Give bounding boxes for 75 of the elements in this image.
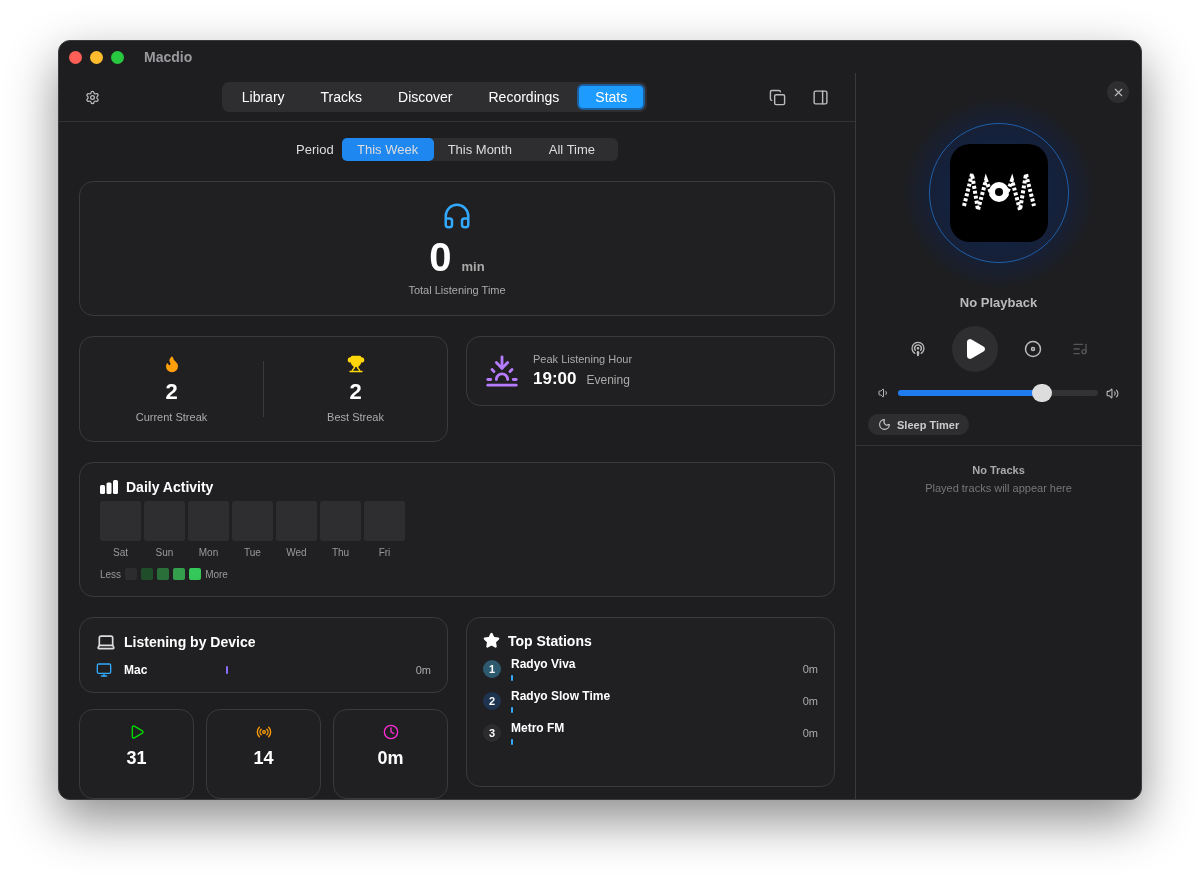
- day-label: Sat: [113, 547, 128, 558]
- desktop-icon: [96, 662, 112, 678]
- streak-label: Best Streak: [327, 411, 384, 423]
- day-label: Tue: [244, 547, 261, 558]
- station-value: 0m: [802, 695, 818, 707]
- star-icon: [483, 632, 500, 649]
- counter-value: 14: [253, 748, 274, 769]
- peak-period: Evening: [586, 373, 630, 387]
- close-window-button[interactable]: [69, 50, 82, 64]
- streak-value: 2: [349, 379, 362, 405]
- headphones-icon: [442, 201, 472, 231]
- tab[interactable]: Recordings: [470, 84, 578, 110]
- daily-activity-title: Daily Activity: [126, 479, 214, 495]
- legend-swatch: [189, 568, 202, 580]
- station-name: Metro FM: [511, 721, 566, 735]
- rank-number: 3: [483, 724, 501, 742]
- station-bar-tick: [511, 739, 513, 745]
- laptop-icon: [96, 632, 116, 652]
- empty-title: No Tracks: [972, 464, 1025, 476]
- trophy-icon: [346, 355, 365, 373]
- counter-value: 0m: [377, 748, 404, 769]
- window-title: Macdio: [144, 49, 193, 65]
- rank-number: 2: [483, 692, 501, 710]
- device-bar-tick: [226, 666, 228, 674]
- device-value: 0m: [415, 664, 431, 676]
- legend-less: Less: [100, 568, 122, 580]
- day-label: Wed: [286, 547, 307, 558]
- station-value: 0m: [802, 727, 818, 739]
- volume-slider[interactable]: [898, 384, 1098, 402]
- clock-icon: [382, 724, 399, 740]
- station-bar-tick: [511, 675, 513, 681]
- station-name: Radyo Viva: [511, 657, 577, 671]
- sleep-timer-button[interactable]: Sleep Timer: [868, 414, 970, 435]
- station-value: 0m: [802, 663, 818, 675]
- peak-label: Peak Listening Hour: [533, 353, 633, 365]
- total-label: Total Listening Time: [408, 284, 506, 296]
- device-name: Mac: [124, 663, 149, 677]
- playback-status: No Playback: [959, 295, 1038, 310]
- day-label: Sun: [155, 547, 174, 558]
- minimize-window-button[interactable]: [90, 50, 103, 64]
- close-icon[interactable]: [1107, 81, 1129, 103]
- bar-chart-icon: [100, 480, 118, 494]
- sunset-icon: [485, 354, 519, 388]
- station-bar-tick: [511, 707, 513, 713]
- total-unit: min: [461, 259, 485, 274]
- volume-low-icon: [878, 387, 890, 399]
- day-label: Fri: [378, 547, 391, 558]
- tab[interactable]: Library: [223, 84, 303, 110]
- empty-hint: Played tracks will appear here: [925, 482, 1072, 494]
- streak-label: Current Streak: [135, 411, 208, 423]
- counter-value: 31: [126, 748, 147, 769]
- legend-more: More: [205, 568, 228, 580]
- period-label: Period: [296, 142, 334, 157]
- rank-number: 1: [483, 660, 501, 678]
- volume-thumb[interactable]: [1032, 384, 1052, 402]
- antenna-icon: [255, 724, 272, 740]
- total-value: 0: [429, 235, 452, 280]
- legend-swatch: [157, 568, 170, 580]
- play-button[interactable]: [951, 326, 998, 372]
- volume-high-icon: [1106, 386, 1119, 400]
- streak-value: 2: [165, 379, 178, 405]
- station-name: Radyo Slow Time: [511, 689, 612, 703]
- legend-swatch: [141, 568, 154, 580]
- tab[interactable]: Tracks: [302, 84, 381, 110]
- peak-time: 19:00: [533, 369, 577, 389]
- device-title: Listening by Device: [124, 634, 256, 650]
- period-option[interactable]: All Time: [525, 138, 618, 161]
- moon-icon: [878, 418, 891, 431]
- period-option[interactable]: This Month: [433, 138, 526, 161]
- day-label: Mon: [198, 547, 219, 558]
- day-label: Thu: [331, 547, 350, 558]
- top-stations-title: Top Stations: [508, 632, 592, 649]
- legend-swatch: [173, 568, 186, 580]
- tab[interactable]: Discover: [380, 84, 471, 110]
- zoom-window-button[interactable]: [111, 50, 124, 64]
